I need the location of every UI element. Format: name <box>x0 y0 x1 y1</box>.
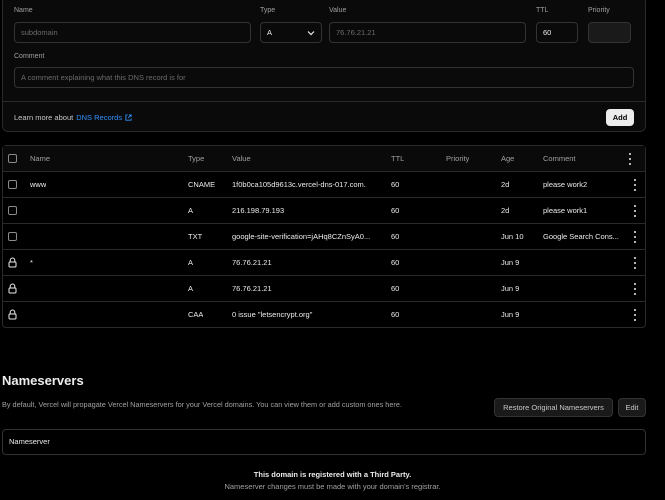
record-comment <box>543 302 623 328</box>
record-comment <box>543 250 623 276</box>
record-value: 1f0b0ca105d9613c.vercel-dns-017.com. <box>232 180 366 189</box>
nameservers-title: Nameservers <box>2 373 84 388</box>
priority-input[interactable] <box>588 22 631 43</box>
learn-more-text: Learn more about <box>14 113 74 122</box>
type-label: Type <box>260 7 276 14</box>
type-select-value: A <box>267 28 273 37</box>
add-button[interactable]: Add <box>606 109 634 126</box>
record-type: A <box>188 206 194 215</box>
name-label: Name <box>14 7 33 14</box>
header-value: Value <box>232 154 251 163</box>
record-comment: Google Search Cons... <box>543 232 619 241</box>
record-type: CNAME <box>188 180 216 189</box>
header-age: Age <box>501 154 515 163</box>
record-comment: please work2 <box>543 180 588 189</box>
value-input[interactable] <box>329 22 526 43</box>
more-options-icon[interactable] <box>632 283 638 295</box>
table-row[interactable]: CAA 0 issue "letsencrypt.org" 60 Jun 9 <box>3 302 645 328</box>
comment-label: Comment <box>14 53 45 60</box>
record-age: Jun 9 <box>501 258 520 267</box>
table-row[interactable]: TXT google-site-verification=jAHq8CZnSyA… <box>3 224 645 250</box>
record-ttl: 60 <box>391 258 400 267</box>
ttl-label: TTL <box>536 7 549 14</box>
record-ttl: 60 <box>391 206 400 215</box>
record-value: 76.76.21.21 <box>232 258 272 267</box>
header-more-icon[interactable] <box>627 153 633 165</box>
type-select[interactable]: A <box>260 22 322 43</box>
third-party-notice-title: This domain is registered with a Third P… <box>253 470 412 479</box>
select-all-checkbox[interactable] <box>8 154 17 163</box>
record-ttl: 60 <box>391 180 400 189</box>
external-link-icon <box>125 114 132 121</box>
header-comment: Comment <box>543 154 576 163</box>
row-checkbox[interactable] <box>8 206 17 215</box>
comment-input[interactable] <box>14 67 634 88</box>
record-type: CAA <box>188 310 204 319</box>
chevron-down-icon <box>307 30 315 35</box>
record-value: 0 issue "letsencrypt.org" <box>232 310 313 319</box>
header-ttl: TTL <box>391 154 405 163</box>
nameservers-description: By default, Vercel will propagate Vercel… <box>2 400 402 409</box>
add-record-form: Name Type A Value TTL 60 Priority Commen… <box>2 0 646 132</box>
header-type: Type <box>188 154 205 163</box>
name-input[interactable] <box>14 22 251 43</box>
edit-nameservers-button[interactable]: Edit <box>618 398 646 417</box>
more-options-icon[interactable] <box>632 309 638 321</box>
restore-nameservers-button[interactable]: Restore Original Nameservers <box>494 398 613 417</box>
record-name: www <box>30 180 47 189</box>
priority-label: Priority <box>588 7 610 14</box>
form-divider <box>3 101 645 102</box>
more-options-icon[interactable] <box>632 179 638 191</box>
header-name: Name <box>30 154 51 163</box>
more-options-icon[interactable] <box>632 205 638 217</box>
lock-icon <box>8 257 17 268</box>
record-type: A <box>188 258 194 267</box>
learn-more: Learn more about DNS Records <box>14 113 132 122</box>
more-options-icon[interactable] <box>632 257 638 269</box>
record-ttl: 60 <box>391 232 400 241</box>
record-value: google-site-verification=jAHq8CZnSyA0... <box>232 232 371 241</box>
lock-icon <box>8 309 17 320</box>
table-row[interactable]: * A 76.76.21.21 60 Jun 9 <box>3 250 645 276</box>
record-value: 216.198.79.193 <box>232 206 285 215</box>
dns-records-link[interactable]: DNS Records <box>76 113 122 122</box>
more-options-icon[interactable] <box>632 231 638 243</box>
value-label: Value <box>329 7 347 14</box>
record-ttl: 60 <box>391 310 400 319</box>
record-age: Jun 9 <box>501 310 520 319</box>
header-priority: Priority <box>446 154 470 163</box>
table-row[interactable]: A 216.198.79.193 60 2d please work1 <box>3 198 645 224</box>
record-type: TXT <box>188 232 203 241</box>
row-checkbox[interactable] <box>8 180 17 189</box>
row-checkbox[interactable] <box>8 232 17 241</box>
record-age: 2d <box>501 206 510 215</box>
record-comment <box>543 276 623 302</box>
record-age: 2d <box>501 180 510 189</box>
lock-icon <box>8 283 17 294</box>
dns-records-table: Name Type Value TTL Priority Age Comment… <box>2 145 646 328</box>
record-age: Jun 9 <box>501 284 520 293</box>
record-value: 76.76.21.21 <box>232 284 272 293</box>
record-name: * <box>30 258 33 267</box>
ttl-input[interactable]: 60 <box>536 22 578 43</box>
table-row[interactable]: A 76.76.21.21 60 Jun 9 <box>3 276 645 302</box>
record-ttl: 60 <box>391 284 400 293</box>
third-party-notice-body: Nameserver changes must be made with you… <box>224 482 441 491</box>
table-row[interactable]: www CNAME 1f0b0ca105d9613c.vercel-dns-01… <box>3 172 645 198</box>
record-type: A <box>188 284 194 293</box>
nameserver-input[interactable]: Nameserver <box>2 429 646 455</box>
record-age: Jun 10 <box>501 232 524 241</box>
record-comment: please work1 <box>543 206 588 215</box>
table-header: Name Type Value TTL Priority Age Comment <box>3 146 645 172</box>
